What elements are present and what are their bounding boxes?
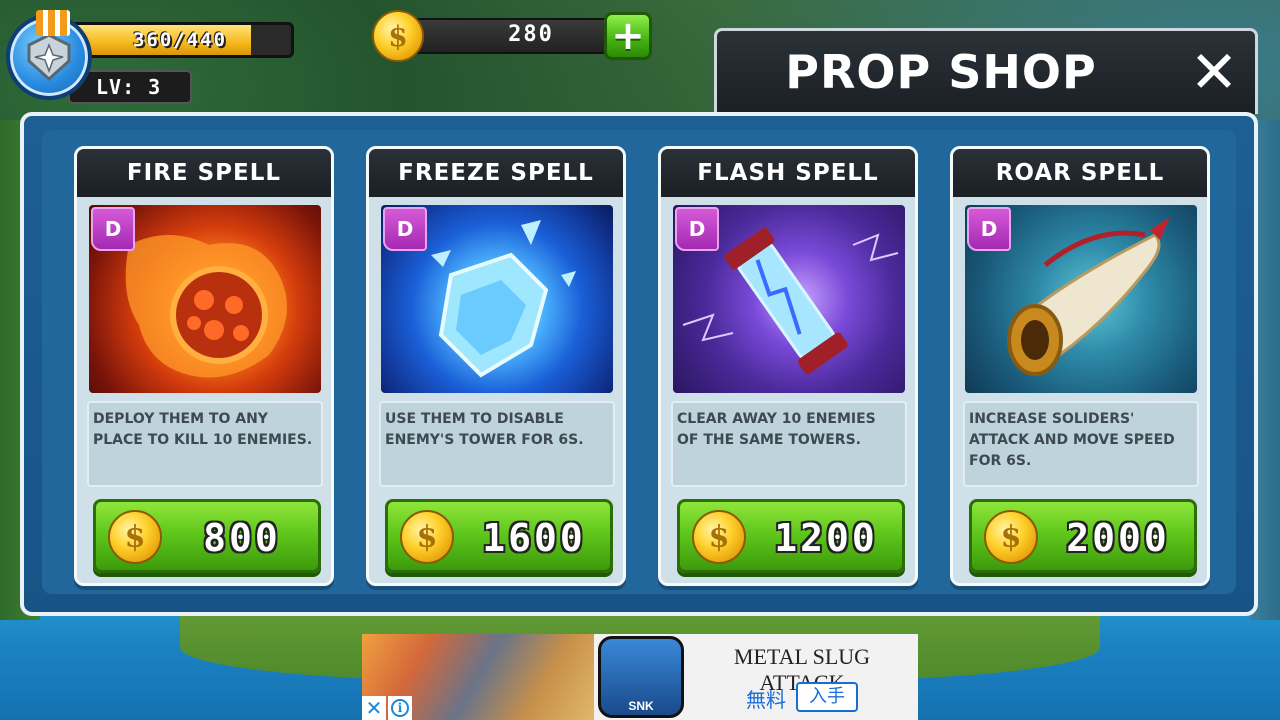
buy-button[interactable]: $ 1600	[385, 499, 613, 573]
fireball-icon: D	[89, 205, 321, 393]
rank-emblem-icon	[27, 33, 71, 82]
rank-badge: D	[675, 207, 719, 251]
item-description: INCREASE SOLIDERS' ATTACK AND MOVE SPEED…	[963, 401, 1199, 487]
coin-icon: $	[108, 510, 162, 564]
item-list: FIRE SPELL D DEPLOY THEM TO ANY PLACE TO…	[74, 146, 1214, 586]
close-button[interactable]: ✕	[1187, 43, 1241, 101]
shop-header: PROP SHOP ✕	[714, 28, 1258, 114]
rank-badge: D	[383, 207, 427, 251]
ad-info-icon[interactable]: i	[388, 696, 412, 720]
item-description: CLEAR AWAY 10 ENEMIES OF THE SAME TOWERS…	[671, 401, 907, 487]
ad-app-icon[interactable]: SNK	[598, 636, 684, 718]
coin-icon: $	[692, 510, 746, 564]
player-profile[interactable]: 360/440 LV: 3	[6, 8, 296, 108]
item-title: FLASH SPELL	[661, 149, 915, 197]
item-card-flash-spell: FLASH SPELL D CLEAR AWAY 10 ENEMIES OF T…	[658, 146, 918, 586]
item-title: FIRE SPELL	[77, 149, 331, 197]
avatar[interactable]	[6, 10, 92, 100]
ad-banner[interactable]: SNK METAL SLUG ATTACK 無料 入手 ✕ i	[362, 634, 918, 720]
rank-badge: D	[967, 207, 1011, 251]
hp-text: 360/440	[132, 29, 228, 51]
buy-button[interactable]: $ 1200	[677, 499, 905, 573]
item-title: FREEZE SPELL	[369, 149, 623, 197]
hp-bar: 360/440	[66, 22, 294, 58]
lightning-tube-icon: D	[673, 205, 905, 393]
item-card-freeze-spell: FREEZE SPELL D USE THEM TO DISABLE ENEMY…	[366, 146, 626, 586]
buy-button[interactable]: $ 2000	[969, 499, 1197, 573]
item-price: 800	[203, 516, 281, 560]
coin-icon: $	[400, 510, 454, 564]
item-price: 1600	[482, 516, 586, 560]
add-coins-button[interactable]: +	[604, 12, 652, 60]
item-price: 2000	[1066, 516, 1170, 560]
ad-info-label: i	[391, 699, 409, 717]
item-card-fire-spell: FIRE SPELL D DEPLOY THEM TO ANY PLACE TO…	[74, 146, 334, 586]
item-price: 1200	[774, 516, 878, 560]
coin-counter-bar: 280	[396, 18, 626, 54]
item-description: DEPLOY THEM TO ANY PLACE TO KILL 10 ENEM…	[87, 401, 323, 487]
coin-count: 280	[508, 22, 554, 47]
ad-icon-label: SNK	[628, 699, 654, 713]
item-title: ROAR SPELL	[953, 149, 1207, 197]
item-card-roar-spell: ROAR SPELL D INCREASE SOLIDERS' ATTACK A…	[950, 146, 1210, 586]
ad-get-button[interactable]: 入手	[796, 682, 858, 712]
ad-free-label: 無料	[746, 688, 786, 712]
rank-badge: D	[91, 207, 135, 251]
war-horn-icon: D	[965, 205, 1197, 393]
ice-crystal-icon: D	[381, 205, 613, 393]
coin-icon: $	[984, 510, 1038, 564]
item-description: USE THEM TO DISABLE ENEMY'S TOWER FOR 6S…	[379, 401, 615, 487]
coin-counter: 280 $ +	[372, 6, 656, 62]
shop-title: PROP SHOP	[785, 45, 1097, 99]
ad-close-icon[interactable]: ✕	[362, 696, 386, 720]
coin-icon: $	[372, 10, 424, 62]
shop-panel: FIRE SPELL D DEPLOY THEM TO ANY PLACE TO…	[20, 112, 1258, 616]
buy-button[interactable]: $ 800	[93, 499, 321, 573]
rank-ribbon-icon	[36, 10, 70, 36]
